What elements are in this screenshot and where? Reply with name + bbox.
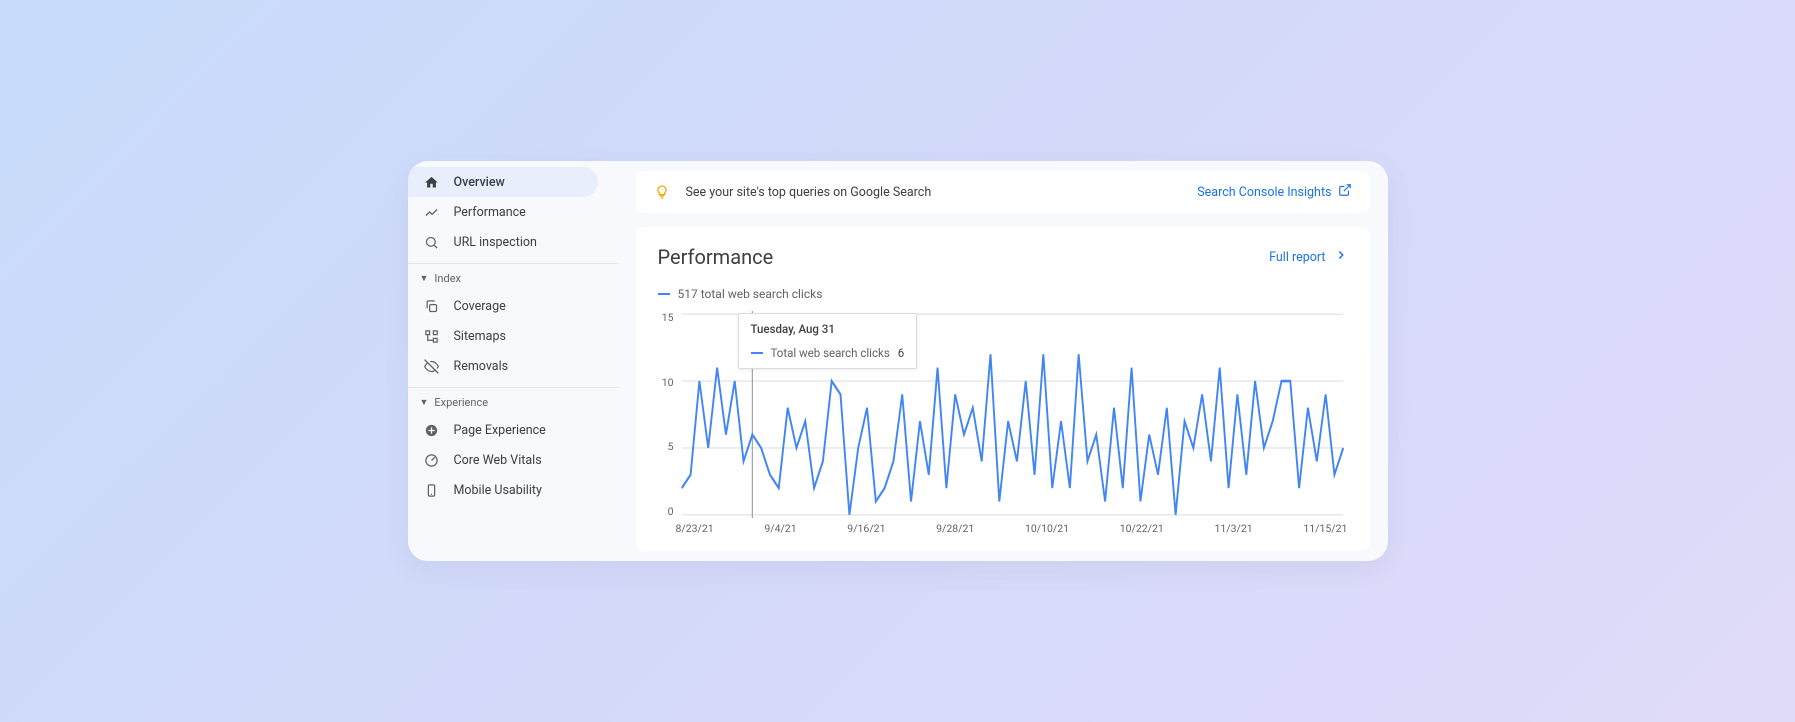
insights-banner: See your site's top queries on Google Se…: [636, 171, 1370, 213]
performance-card: Performance Full report 517 total web se…: [636, 227, 1370, 551]
lightbulb-icon: [654, 184, 670, 200]
chart-tooltip: Tuesday, Aug 31 Total web search clicks …: [738, 313, 918, 369]
copy-icon: [424, 298, 440, 314]
sidebar-item-overview[interactable]: Overview: [408, 167, 598, 197]
plus-circle-icon: [424, 422, 440, 438]
sidebar-item-mobile-usability[interactable]: Mobile Usability: [408, 475, 618, 505]
sidebar-item-label: Mobile Usability: [454, 483, 542, 498]
full-report-link[interactable]: Full report: [1269, 248, 1347, 266]
mobile-icon: [424, 482, 440, 498]
chevron-right-icon: [1334, 248, 1348, 266]
tooltip-swatch: [751, 352, 763, 354]
y-axis-labels: 151050: [656, 311, 674, 518]
sidebar-item-label: URL inspection: [454, 235, 537, 250]
sidebar-item-label: Removals: [454, 359, 509, 374]
banner-text: See your site's top queries on Google Se…: [686, 185, 932, 200]
main-content: See your site's top queries on Google Se…: [618, 161, 1388, 561]
eye-off-icon: [424, 358, 440, 374]
trend-icon: [424, 204, 440, 220]
chevron-down-icon: ▼: [420, 273, 429, 284]
insights-link[interactable]: Search Console Insights: [1197, 183, 1351, 201]
search-console-window: Overview Performance URL inspection ▼Index…: [408, 161, 1388, 561]
sidebar-item-removals[interactable]: Removals: [408, 351, 618, 381]
x-axis-labels: 8/23/219/4/219/16/219/28/2110/10/2110/22…: [658, 522, 1348, 535]
card-title: Performance: [658, 245, 774, 269]
chart-legend: 517 total web search clicks: [658, 287, 1348, 301]
sidebar-item-label: Page Experience: [454, 423, 546, 438]
tree-icon: [424, 328, 440, 344]
sidebar-item-label: Core Web Vitals: [454, 453, 542, 468]
section-header-experience[interactable]: ▼Experience: [408, 387, 618, 415]
sidebar-item-url-inspection[interactable]: URL inspection: [408, 227, 618, 257]
sidebar-item-coverage[interactable]: Coverage: [408, 291, 618, 321]
performance-chart[interactable]: 151050 Tuesday, Aug 31 Total web search …: [658, 311, 1348, 518]
sidebar-item-label: Overview: [454, 175, 505, 190]
home-icon: [424, 174, 440, 190]
search-icon: [424, 234, 440, 250]
sidebar-item-page-experience[interactable]: Page Experience: [408, 415, 618, 445]
sidebar: Overview Performance URL inspection ▼Index…: [408, 161, 618, 561]
sidebar-item-label: Coverage: [454, 299, 506, 314]
section-header-index[interactable]: ▼Index: [408, 263, 618, 291]
sidebar-item-sitemaps[interactable]: Sitemaps: [408, 321, 618, 351]
chevron-down-icon: ▼: [420, 397, 429, 408]
gauge-icon: [424, 452, 440, 468]
sidebar-item-label: Sitemaps: [454, 329, 506, 344]
sidebar-item-core-web-vitals[interactable]: Core Web Vitals: [408, 445, 618, 475]
legend-swatch: [658, 293, 670, 295]
external-link-icon: [1338, 183, 1352, 201]
sidebar-item-performance[interactable]: Performance: [408, 197, 618, 227]
sidebar-item-label: Performance: [454, 205, 526, 220]
